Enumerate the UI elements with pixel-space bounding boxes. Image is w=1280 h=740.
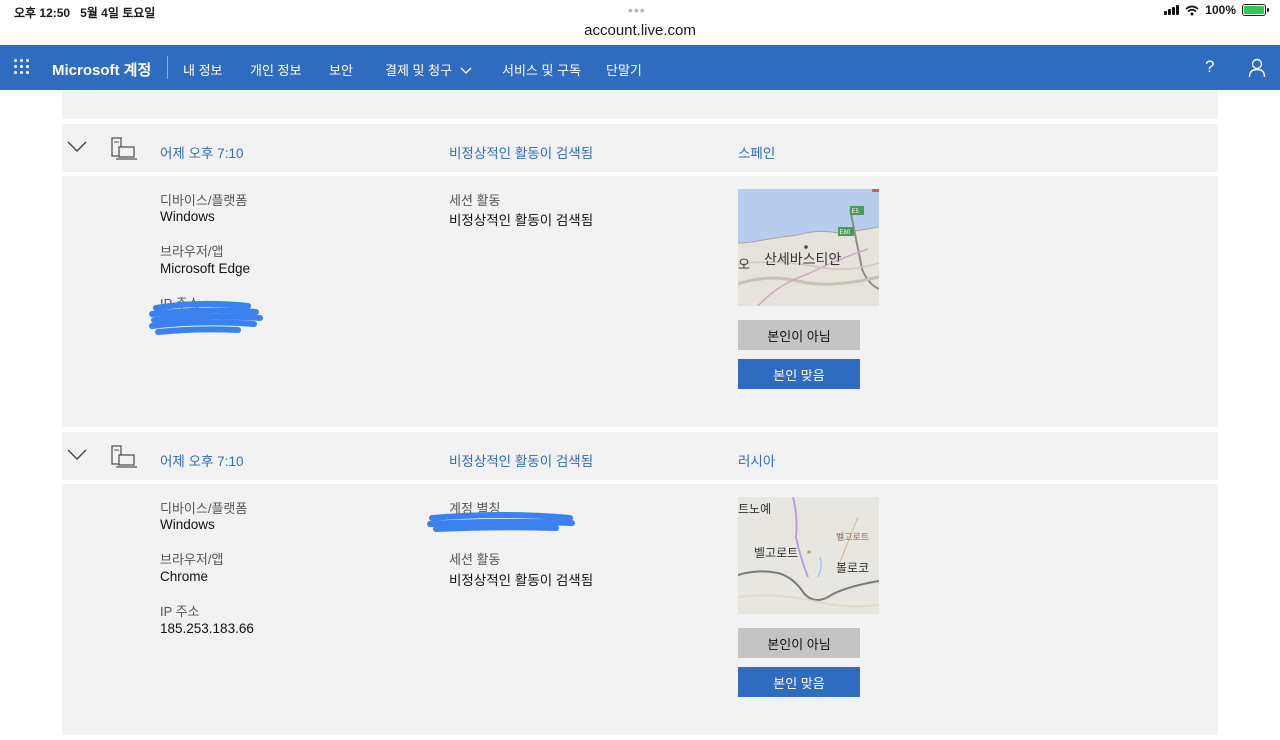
not-me-button[interactable]: 본인이 아님 <box>738 320 860 350</box>
map-city-label: 벨고로트 <box>754 546 798 560</box>
nav-item-security[interactable]: 보안 <box>329 60 353 79</box>
device-computer-icon <box>111 445 137 468</box>
device-label: 디바이스/플랫폼 <box>160 193 248 208</box>
wifi-icon <box>1185 5 1199 15</box>
nav-item-my-info[interactable]: 내 정보 <box>183 60 223 79</box>
address-bar[interactable]: account.live.com <box>0 22 1280 39</box>
clock-text: 오후 12:50 <box>14 6 71 20</box>
session-value: 비정상적인 활동이 검색됨 <box>449 213 594 228</box>
top-nav: Microsoft 계정 내 정보 개인 정보 보안 결제 및 청구 서비스 및… <box>0 45 1280 90</box>
nav-item-devices[interactable]: 단말기 <box>606 60 642 79</box>
chevron-down-icon[interactable] <box>66 140 88 154</box>
browser-label: 브라우저/앱 <box>160 552 224 567</box>
nav-item-privacy[interactable]: 개인 정보 <box>250 60 301 79</box>
session-label: 세션 활동 <box>449 193 501 208</box>
activity-time[interactable]: 어제 오후 7:10 <box>160 142 243 162</box>
browser-value: Microsoft Edge <box>160 261 251 276</box>
brand-title[interactable]: Microsoft 계정 <box>52 59 151 80</box>
device-computer-icon <box>111 137 137 160</box>
map-city-label: 산세바스티안 <box>764 252 841 268</box>
activity-details-2: 디바이스/플랫폼 Windows 브라우저/앱 Chrome IP 주소 185… <box>62 484 1218 735</box>
map-edge-label: 오 <box>738 258 750 273</box>
activity-time[interactable]: 어제 오후 7:10 <box>160 450 243 470</box>
activity-header-1[interactable]: 어제 오후 7:10 비정상적인 활동이 검색됨 스페인 <box>62 124 1218 172</box>
app-launcher-icon[interactable] <box>14 59 30 75</box>
map-edge-label: 볼로코 <box>836 561 869 575</box>
activity-details-1: 디바이스/플랫폼 Windows 브라우저/앱 Microsoft Edge I… <box>62 176 1218 427</box>
nav-item-payment-label: 결제 및 청구 <box>385 63 453 78</box>
status-icons: 100% <box>1164 3 1269 17</box>
battery-icon <box>1242 4 1269 16</box>
nav-item-services[interactable]: 서비스 및 구독 <box>502 60 581 79</box>
status-bar: 오후 12:50 5월 4일 토요일 ••• account.live.com … <box>0 0 1280 44</box>
chevron-down-icon[interactable] <box>66 448 88 462</box>
activity-header-2[interactable]: 어제 오후 7:10 비정상적인 활동이 검색됨 러시아 <box>62 432 1218 480</box>
browser-label: 브라우저/앱 <box>160 244 224 259</box>
chevron-down-icon <box>460 67 472 74</box>
nav-item-payment[interactable]: 결제 및 청구 <box>385 60 472 79</box>
location-map: 트노예 벨고로트 벨고로트 볼로코 <box>738 497 879 614</box>
status-time: 오후 12:50 5월 4일 토요일 <box>14 4 155 21</box>
multitask-dots-icon[interactable]: ••• <box>628 2 646 18</box>
activity-location[interactable]: 스페인 <box>738 142 775 162</box>
previous-activity-card-tail <box>62 90 1218 119</box>
ip-value: 185.253.183.66 <box>160 621 254 636</box>
date-text: 5월 4일 토요일 <box>80 6 156 20</box>
map-road-e80: E80 <box>840 230 851 236</box>
location-map: E5 E80 산세바스티안 오 <box>738 189 879 306</box>
activity-status[interactable]: 비정상적인 활동이 검색됨 <box>449 142 593 162</box>
device-label: 디바이스/플랫폼 <box>160 501 248 516</box>
redaction-scribble <box>149 300 263 335</box>
map-town-label: 트노예 <box>738 502 771 516</box>
device-value: Windows <box>160 517 215 532</box>
device-value: Windows <box>160 209 215 224</box>
browser-value: Chrome <box>160 569 209 584</box>
it-was-me-button[interactable]: 본인 맞음 <box>738 359 860 389</box>
activity-status[interactable]: 비정상적인 활동이 검색됨 <box>449 450 593 470</box>
redaction-scribble <box>427 512 575 532</box>
cellular-signal-icon <box>1164 5 1180 15</box>
battery-percent: 100% <box>1205 3 1236 17</box>
it-was-me-button[interactable]: 본인 맞음 <box>738 667 860 697</box>
not-me-button[interactable]: 본인이 아님 <box>738 628 860 658</box>
map-road-e5: E5 <box>852 209 860 215</box>
map-region-label: 벨고로트 <box>836 532 869 543</box>
nav-divider <box>167 56 168 79</box>
ip-label: IP 주소 <box>160 604 200 619</box>
user-icon[interactable] <box>1248 58 1266 78</box>
help-icon[interactable]: ? <box>1205 57 1214 77</box>
session-label: 세션 활동 <box>449 552 501 567</box>
session-value: 비정상적인 활동이 검색됨 <box>449 573 594 588</box>
activity-location[interactable]: 러시아 <box>738 450 775 470</box>
